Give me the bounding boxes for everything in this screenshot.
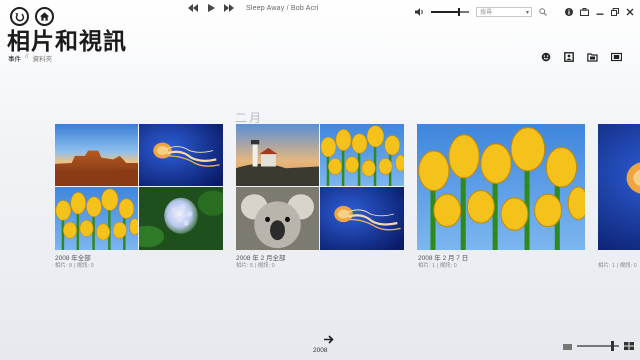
- photo-tulips[interactable]: [55, 187, 138, 250]
- search-placeholder: 搜尋: [480, 10, 493, 16]
- photo-jellyfish-large[interactable]: [598, 124, 640, 250]
- info-icon[interactable]: [565, 3, 573, 21]
- photo-jellyfish[interactable]: [139, 124, 223, 186]
- photo-tulips-large[interactable]: [417, 124, 585, 250]
- speaker-icon[interactable]: [415, 3, 424, 21]
- photo-desert[interactable]: [55, 124, 138, 186]
- home-icon: [39, 12, 50, 21]
- back-arrow-icon: [15, 13, 25, 22]
- search-icon[interactable]: [539, 3, 547, 21]
- photo-lighthouse[interactable]: [236, 124, 319, 186]
- home-button[interactable]: [35, 7, 54, 26]
- view-mode-bar: [541, 49, 623, 67]
- back-button[interactable]: [10, 7, 29, 26]
- breadcrumb-events[interactable]: 事件: [8, 53, 21, 63]
- page-title: 相片和視訊: [7, 28, 127, 54]
- photo-jellyfish[interactable]: [320, 187, 404, 250]
- volume-knob[interactable]: [457, 8, 460, 16]
- large-thumbnails-icon[interactable]: [624, 337, 634, 355]
- group-subcaption: 相片: 1 | 視訊: 0: [418, 263, 457, 269]
- breadcrumb-separator: //: [25, 53, 29, 60]
- chevron-down-icon[interactable]: ▾: [526, 8, 529, 18]
- emoji-view-icon[interactable]: [541, 49, 551, 67]
- play-icon[interactable]: [206, 4, 216, 12]
- now-playing-text: Sleep Away / Bob Acri: [246, 4, 319, 12]
- photo-koala[interactable]: [236, 187, 319, 250]
- skip-forward-icon[interactable]: [224, 4, 234, 12]
- skip-back-icon[interactable]: [188, 4, 198, 12]
- photo-hydrangea[interactable]: [139, 187, 223, 250]
- window-toolbar: 搜尋 ▾: [415, 3, 634, 21]
- minimize-icon[interactable]: [596, 3, 604, 21]
- breadcrumb-folders[interactable]: 資料夾: [33, 53, 53, 63]
- search-input[interactable]: 搜尋 ▾: [476, 7, 532, 17]
- filmstrip-view-icon[interactable]: [610, 49, 623, 67]
- group-subcaption: 相片: 1 | 視訊: 0: [598, 263, 637, 269]
- zoom-knob[interactable]: [610, 341, 614, 351]
- zoom-slider[interactable]: [577, 341, 619, 351]
- volume-slider[interactable]: [431, 8, 469, 16]
- portrait-view-icon[interactable]: [564, 49, 574, 67]
- zoom-control: [563, 337, 634, 355]
- close-icon[interactable]: [626, 3, 634, 21]
- small-thumbnails-icon[interactable]: [563, 337, 572, 355]
- group-subcaption: 相片: 8 | 視訊: 0: [55, 263, 94, 269]
- folder-view-icon[interactable]: [587, 49, 598, 67]
- group-subcaption: 相片: 5 | 視訊: 0: [236, 263, 275, 269]
- media-player: Sleep Away / Bob Acri: [188, 4, 319, 12]
- breadcrumb: 事件 // 資料夾: [8, 53, 52, 63]
- bag-icon[interactable]: [580, 3, 589, 21]
- volume-fill: [431, 11, 458, 13]
- restore-icon[interactable]: [611, 3, 620, 21]
- photo-tulips[interactable]: [320, 124, 404, 186]
- timeline-year[interactable]: 2008: [313, 347, 327, 354]
